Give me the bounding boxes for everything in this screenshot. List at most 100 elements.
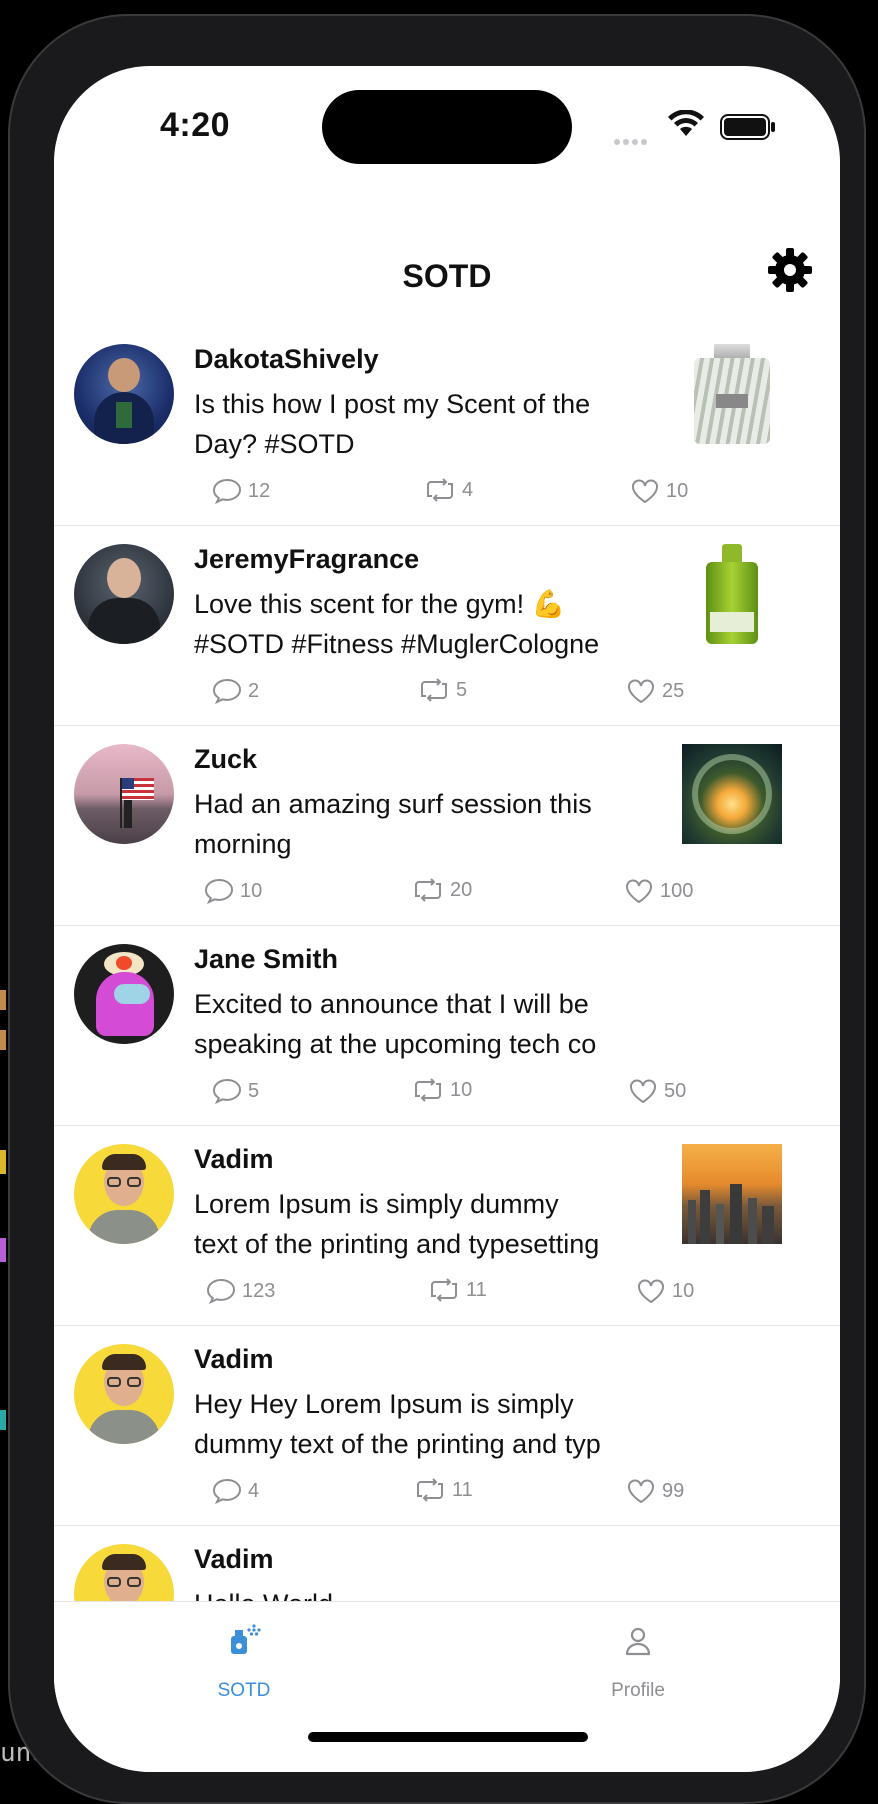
post-row[interactable]: DakotaShively Is this how I post my Scen… bbox=[54, 326, 840, 526]
comment-count: 12 bbox=[248, 479, 271, 502]
like-count: 10 bbox=[672, 1279, 695, 1302]
comment-count: 2 bbox=[248, 679, 260, 702]
like-button[interactable]: 10 bbox=[630, 478, 688, 504]
like-button[interactable]: 25 bbox=[626, 678, 684, 704]
like-count: 100 bbox=[660, 879, 694, 902]
tab-profile[interactable]: Profile bbox=[538, 1602, 738, 1712]
post-feed[interactable]: DakotaShively Is this how I post my Scen… bbox=[54, 326, 840, 1725]
comment-count: 5 bbox=[248, 1079, 260, 1102]
post-row[interactable]: Jane Smith Excited to announce that I wi… bbox=[54, 926, 840, 1126]
comment-button[interactable]: 123 bbox=[206, 1278, 275, 1304]
repost-count: 10 bbox=[450, 1078, 473, 1101]
avatar[interactable] bbox=[74, 1344, 174, 1444]
avatar[interactable] bbox=[74, 344, 174, 444]
post-row[interactable]: Zuck Had an amazing surf session this mo… bbox=[54, 726, 840, 926]
repost-icon bbox=[427, 478, 453, 502]
heart-icon bbox=[630, 1079, 656, 1104]
like-count: 50 bbox=[664, 1079, 687, 1102]
comment-icon bbox=[212, 478, 242, 504]
comment-icon bbox=[212, 678, 242, 704]
post-actions: 5 10 50 bbox=[54, 1078, 840, 1108]
background-marker bbox=[0, 1238, 6, 1262]
avatar[interactable] bbox=[74, 744, 174, 844]
post-username[interactable]: Jane Smith bbox=[194, 944, 338, 975]
repost-icon bbox=[415, 1078, 441, 1102]
post-username[interactable]: Vadim bbox=[194, 1544, 274, 1575]
avatar[interactable] bbox=[74, 944, 174, 1044]
repost-icon bbox=[417, 1478, 443, 1502]
post-text: Had an amazing surf session this morning bbox=[194, 789, 592, 859]
post-text: Hey Hey Lorem Ipsum is simply dummy text… bbox=[194, 1389, 601, 1459]
background-marker bbox=[0, 990, 6, 1010]
repost-icon bbox=[415, 878, 441, 902]
repost-count: 4 bbox=[462, 478, 474, 501]
like-button[interactable]: 99 bbox=[626, 1478, 684, 1504]
like-count: 99 bbox=[662, 1479, 685, 1502]
post-image[interactable] bbox=[682, 544, 782, 644]
post-actions: 4 11 99 bbox=[54, 1478, 840, 1508]
repost-button[interactable]: 10 bbox=[412, 1078, 472, 1102]
comment-count: 10 bbox=[240, 879, 263, 902]
post-row[interactable]: JeremyFragrance Love this scent for the … bbox=[54, 526, 840, 726]
post-text: Love this scent for the gym! 💪 #SOTD #Fi… bbox=[194, 589, 600, 659]
post-row[interactable]: Vadim Hey Hey Lorem Ipsum is simply dumm… bbox=[54, 1326, 840, 1526]
background-marker bbox=[0, 1030, 6, 1050]
tab-label-sotd: SOTD bbox=[217, 1680, 271, 1701]
comment-icon bbox=[204, 878, 234, 904]
like-count: 25 bbox=[662, 679, 685, 702]
background-marker bbox=[0, 1150, 6, 1174]
post-image[interactable] bbox=[682, 744, 782, 844]
post-username[interactable]: JeremyFragrance bbox=[194, 544, 419, 575]
comment-button[interactable]: 10 bbox=[204, 878, 262, 904]
post-username[interactable]: DakotaShively bbox=[194, 344, 379, 375]
post-image[interactable] bbox=[682, 1144, 782, 1244]
wifi-icon bbox=[668, 110, 704, 136]
status-bar: 4:20 bbox=[54, 66, 840, 186]
post-text: Lorem Ipsum is simply dummy text of the … bbox=[194, 1189, 600, 1259]
post-username[interactable]: Vadim bbox=[194, 1144, 274, 1175]
repost-button[interactable]: 5 bbox=[418, 678, 467, 702]
comment-button[interactable]: 12 bbox=[212, 478, 270, 504]
perfume-bottle-icon bbox=[231, 1624, 261, 1654]
post-row[interactable]: Vadim Lorem Ipsum is simply dummy text o… bbox=[54, 1126, 840, 1326]
avatar[interactable] bbox=[74, 1144, 174, 1244]
like-button[interactable]: 50 bbox=[628, 1078, 686, 1104]
post-image[interactable] bbox=[682, 344, 782, 444]
repost-count: 11 bbox=[466, 1278, 487, 1301]
comment-button[interactable]: 4 bbox=[212, 1478, 259, 1504]
battery-icon bbox=[720, 114, 775, 140]
repost-icon bbox=[431, 1278, 457, 1302]
navigation-bar: SOTD bbox=[54, 186, 840, 327]
comment-count: 123 bbox=[242, 1279, 276, 1302]
repost-button[interactable]: 20 bbox=[412, 878, 472, 902]
tab-bar: SOTD Profile bbox=[54, 1601, 840, 1772]
post-username[interactable]: Vadim bbox=[194, 1344, 274, 1375]
comment-button[interactable]: 5 bbox=[212, 1078, 259, 1104]
person-icon bbox=[625, 1627, 651, 1656]
status-time: 4:20 bbox=[160, 106, 231, 144]
dynamic-island bbox=[322, 90, 572, 164]
post-text: Is this how I post my Scent of the Day? … bbox=[194, 389, 591, 459]
post-actions: 10 20 100 bbox=[54, 878, 840, 908]
page-title: SOTD bbox=[402, 258, 492, 294]
like-button[interactable]: 100 bbox=[624, 878, 693, 904]
repost-count: 20 bbox=[450, 878, 473, 901]
phone-frame: 4:20 SOTD DakotaShively Is this how I po… bbox=[8, 14, 866, 1804]
comment-button[interactable]: 2 bbox=[212, 678, 259, 704]
repost-icon bbox=[421, 678, 447, 702]
heart-icon bbox=[626, 879, 652, 904]
settings-gear-icon[interactable] bbox=[766, 246, 814, 294]
avatar[interactable] bbox=[74, 544, 174, 644]
tab-icon-wrapper bbox=[538, 1624, 738, 1658]
repost-count: 5 bbox=[456, 678, 468, 701]
post-text: Excited to announce that I will be speak… bbox=[194, 989, 597, 1059]
repost-button[interactable]: 11 bbox=[428, 1278, 487, 1302]
like-button[interactable]: 10 bbox=[636, 1278, 694, 1304]
repost-button[interactable]: 4 bbox=[424, 478, 473, 502]
repost-button[interactable]: 11 bbox=[414, 1478, 473, 1502]
tab-sotd[interactable]: SOTD bbox=[144, 1602, 344, 1712]
home-indicator[interactable] bbox=[308, 1732, 588, 1742]
post-actions: 123 11 10 bbox=[54, 1278, 840, 1308]
app-screen: 4:20 SOTD DakotaShively Is this how I po… bbox=[54, 66, 840, 1772]
post-username[interactable]: Zuck bbox=[194, 744, 257, 775]
